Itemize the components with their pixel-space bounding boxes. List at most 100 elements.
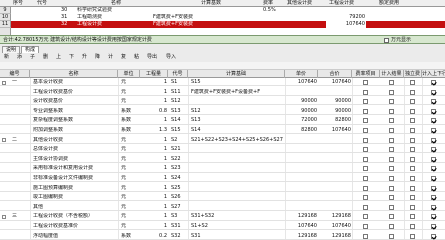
grid-cell-code[interactable]: S11 bbox=[170, 89, 188, 96]
grid-cell-code[interactable]: S1 bbox=[170, 79, 188, 86]
grid-cell-unit[interactable]: 系数 bbox=[120, 117, 140, 124]
grid-cell-qty[interactable]: 1 bbox=[140, 137, 168, 144]
grid-cell-price[interactable] bbox=[285, 146, 318, 153]
grid-row[interactable]: 二 其他设计收费元 1 S2 S21+S22+S23+S24+S25+S26+S27 bbox=[0, 137, 445, 144]
grid-cell-name[interactable]: 附加调整系数 bbox=[32, 127, 118, 134]
top-table-row-selected[interactable]: 11 32 工程设计费 F建筑费+F安装费 107640 bbox=[0, 21, 445, 28]
grid-cell-unit[interactable]: 元 bbox=[120, 137, 140, 144]
row-checkbox[interactable] bbox=[389, 128, 394, 133]
grid-cell-total[interactable] bbox=[318, 204, 352, 211]
grid-cell-no[interactable] bbox=[6, 175, 22, 182]
grid-cell-base[interactable] bbox=[190, 185, 285, 192]
grid-cell-price[interactable]: 72000 bbox=[285, 117, 318, 124]
grid-cell-unit[interactable]: 元 bbox=[120, 223, 140, 230]
row-checkbox[interactable] bbox=[363, 118, 368, 124]
grid-cell-base[interactable]: S12 bbox=[190, 108, 285, 115]
grid-cell-name[interactable]: 工程设计收费基准价 bbox=[32, 223, 118, 230]
grid-cell-code[interactable]: S31 bbox=[170, 223, 188, 230]
grid-cell-qty[interactable]: 1 bbox=[140, 117, 168, 124]
row-checkbox[interactable] bbox=[431, 185, 436, 191]
grid-cell-no[interactable]: 三 bbox=[6, 213, 22, 220]
row-checkbox[interactable] bbox=[410, 204, 415, 210]
grid-row[interactable]: 采用标准设计和复用设计费元 1 S23 bbox=[0, 165, 445, 173]
toolbar-demote-button[interactable]: 降 bbox=[95, 54, 100, 61]
grid-cell-price[interactable]: 129168 bbox=[285, 213, 318, 220]
row-checkbox[interactable] bbox=[410, 137, 415, 143]
row-checkbox[interactable] bbox=[389, 195, 394, 201]
grid-cell-no[interactable] bbox=[6, 185, 22, 192]
grid-cell-no[interactable] bbox=[6, 98, 22, 105]
grid-cell-qty[interactable]: 1 bbox=[140, 156, 168, 163]
grid-row[interactable]: 附加调整系数 系数 1.3 S15 S14 82800 107640 bbox=[0, 127, 445, 135]
row-checkbox[interactable] bbox=[431, 176, 436, 181]
row-checkbox[interactable] bbox=[431, 147, 436, 153]
row-checkbox[interactable] bbox=[389, 108, 394, 114]
grid-cell-qty[interactable]: 1 bbox=[140, 185, 168, 192]
grid-cell-base[interactable]: S31+S32 bbox=[190, 213, 285, 220]
grid-cell-total[interactable]: 129168 bbox=[318, 233, 352, 240]
row-checkbox[interactable] bbox=[410, 195, 415, 201]
grid-cell-code[interactable]: S2 bbox=[170, 137, 188, 144]
grid-cell-code[interactable]: S27 bbox=[170, 204, 188, 211]
row-checkbox[interactable] bbox=[389, 147, 394, 153]
grid-cell-base[interactable]: S14 bbox=[190, 127, 285, 134]
grid-cell-code[interactable]: S21 bbox=[170, 146, 188, 153]
grid-cell-name[interactable]: 设计收费基价 bbox=[32, 98, 118, 105]
row-checkbox[interactable] bbox=[363, 80, 368, 85]
grid-cell-code[interactable]: S25 bbox=[170, 185, 188, 192]
grid-cell-price[interactable]: 90000 bbox=[285, 108, 318, 115]
grid-cell-name[interactable]: 基本设计收费 bbox=[32, 79, 118, 86]
grid-cell-code[interactable]: S26 bbox=[170, 194, 188, 201]
grid-cell-qty[interactable]: 1 bbox=[140, 213, 168, 220]
grid-cell-unit[interactable]: 元 bbox=[120, 89, 140, 96]
row-fee[interactable]: 107640 bbox=[326, 21, 366, 28]
grid-row[interactable]: 施工图预算编制费元 1 S25 bbox=[0, 185, 445, 192]
grid-row[interactable]: 三工程设计收费（不含税额）元 1 S3 S31+S32 129168 129168 bbox=[0, 213, 445, 221]
grid-cell-price[interactable] bbox=[285, 185, 318, 192]
row-checkbox[interactable] bbox=[410, 156, 415, 162]
row-checkbox[interactable] bbox=[389, 185, 394, 191]
row-checkbox[interactable] bbox=[363, 195, 368, 201]
grid-cell-price[interactable] bbox=[285, 165, 318, 172]
grid-cell-no[interactable] bbox=[6, 117, 22, 124]
grid-cell-no[interactable] bbox=[6, 127, 22, 134]
row-checkbox[interactable] bbox=[431, 128, 436, 133]
row-checkbox[interactable] bbox=[389, 176, 394, 181]
grid-cell-code[interactable]: S24 bbox=[170, 175, 188, 182]
grid-cell-name[interactable]: 专业调整系数 bbox=[32, 108, 118, 115]
grid-cell-unit[interactable]: 元 bbox=[120, 185, 140, 192]
row-checkbox[interactable] bbox=[363, 214, 368, 220]
grid-row[interactable]: 竣工图编制费元 1 S26 bbox=[0, 194, 445, 202]
row-checkbox[interactable] bbox=[410, 166, 415, 172]
grid-row[interactable]: 复杂程度调整系数 系数 1 S14 S13 72000 82800 bbox=[0, 117, 445, 125]
row-checkbox[interactable] bbox=[389, 166, 394, 172]
grid-cell-unit[interactable]: 元 bbox=[120, 175, 140, 182]
grid-cell-no[interactable] bbox=[6, 165, 22, 172]
grid-cell-qty[interactable]: 1 bbox=[140, 223, 168, 230]
grid-cell-base[interactable]: S15 bbox=[190, 79, 285, 86]
grid-cell-name[interactable]: 其他设计收费 bbox=[32, 137, 118, 144]
grid-cell-name[interactable]: 其他 bbox=[32, 204, 118, 211]
row-checkbox[interactable] bbox=[363, 89, 368, 95]
grid-cell-unit[interactable]: 元 bbox=[120, 204, 140, 211]
row-checkbox[interactable] bbox=[363, 166, 368, 172]
grid-cell-no[interactable]: 一 bbox=[6, 79, 22, 86]
grid-cell-unit[interactable]: 元 bbox=[120, 98, 140, 105]
grid-cell-no[interactable] bbox=[6, 204, 22, 211]
row-checkbox[interactable] bbox=[431, 156, 436, 162]
row-checkbox[interactable] bbox=[389, 156, 394, 162]
grid-cell-qty[interactable]: 1 bbox=[140, 98, 168, 105]
grid-cell-name[interactable]: 工程设计收费基价 bbox=[32, 89, 118, 96]
row-checkbox[interactable] bbox=[431, 224, 436, 229]
grid-cell-no[interactable] bbox=[6, 89, 22, 96]
toolbar-up-button[interactable]: 上 bbox=[56, 54, 61, 61]
grid-cell-no[interactable] bbox=[6, 108, 22, 115]
toolbar-copy-button[interactable]: 复 bbox=[121, 54, 126, 61]
row-checkbox[interactable] bbox=[431, 233, 436, 239]
grid-cell-total[interactable]: 107640 bbox=[318, 223, 352, 230]
grid-cell-code[interactable]: S22 bbox=[170, 156, 188, 163]
row-checkbox[interactable] bbox=[431, 195, 436, 201]
grid-cell-total[interactable]: 107640 bbox=[318, 127, 352, 134]
grid-cell-code[interactable]: S15 bbox=[170, 127, 188, 134]
toolbar-promote-button[interactable]: 升 bbox=[82, 54, 87, 61]
